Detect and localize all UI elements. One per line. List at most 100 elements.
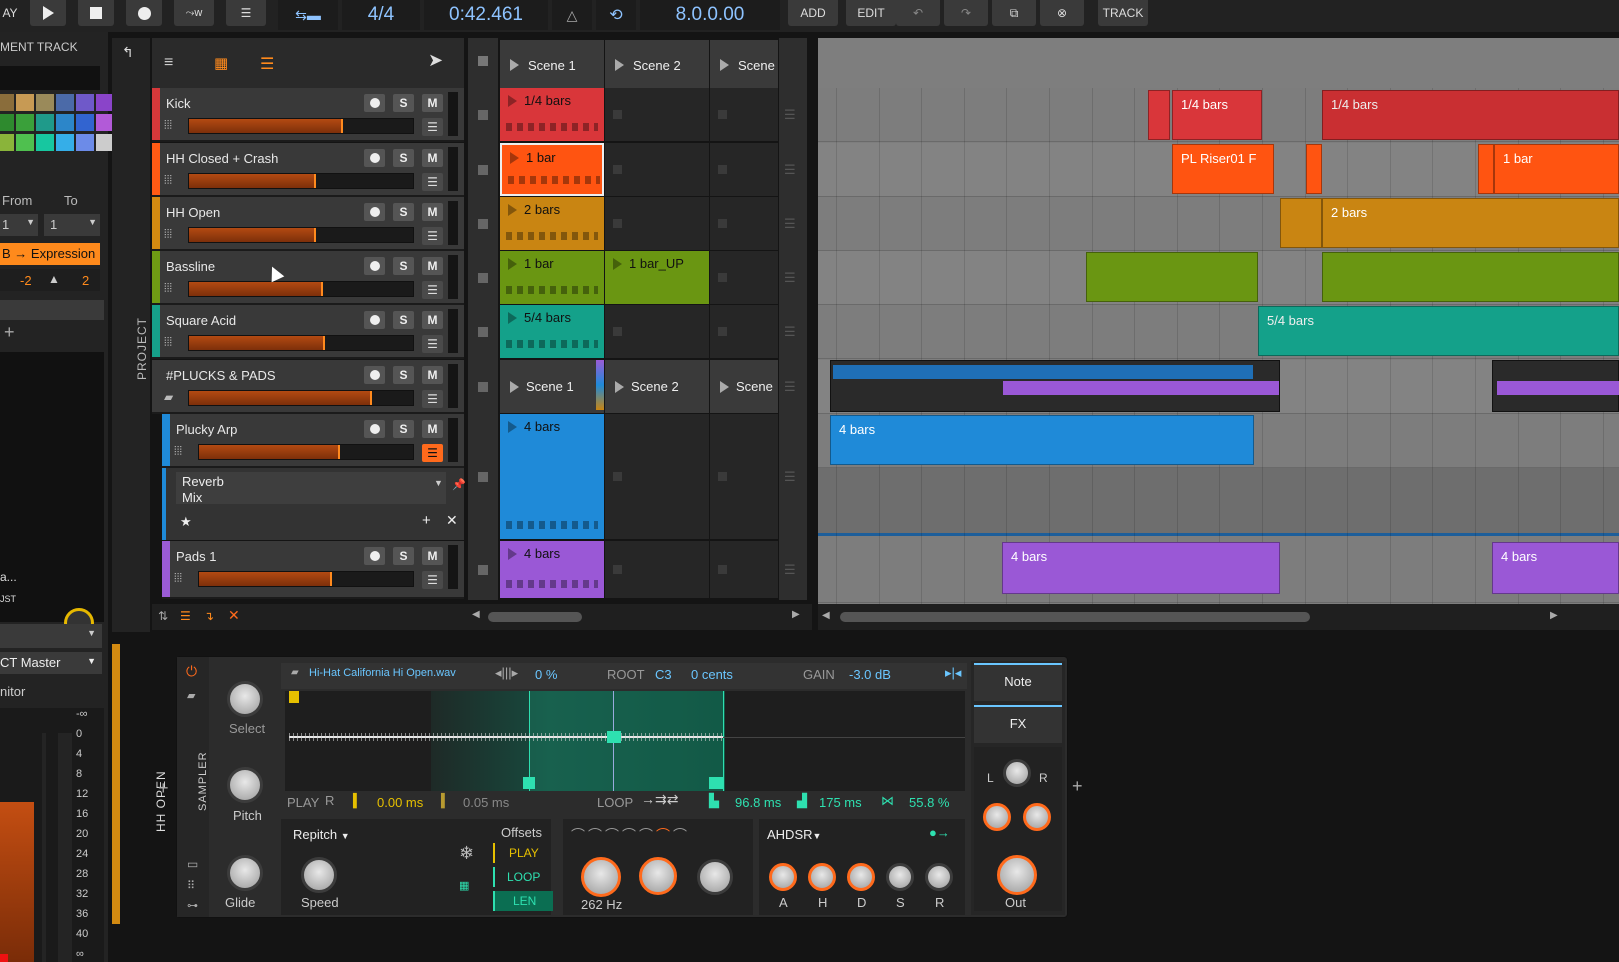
solo-button[interactable]: S bbox=[393, 94, 414, 112]
track-menu-icon[interactable]: ☰ bbox=[422, 335, 443, 353]
clip-slot[interactable]: 2 bars bbox=[500, 197, 604, 250]
pin-icon[interactable]: 📌 bbox=[452, 478, 466, 491]
list-view-icon[interactable]: ☰ bbox=[260, 54, 274, 74]
gain-value[interactable]: -3.0 dB bbox=[849, 667, 891, 682]
track-header[interactable]: Plucky Arp S M ⦙⦙⦙ ☰ bbox=[162, 414, 464, 468]
track-name[interactable]: Square Acid bbox=[166, 313, 236, 328]
pointer-tool-icon[interactable]: ➤ bbox=[428, 50, 443, 71]
track-name[interactable]: Kick bbox=[166, 96, 191, 111]
solo-button[interactable]: S bbox=[393, 311, 414, 329]
mute-button[interactable]: M bbox=[422, 257, 443, 275]
arm-button[interactable] bbox=[364, 257, 385, 275]
record-button[interactable] bbox=[126, 0, 162, 26]
arranger-clip[interactable]: 5/4 bars bbox=[1258, 306, 1619, 356]
arm-button[interactable] bbox=[364, 420, 385, 438]
cents-value[interactable]: 0 cents bbox=[691, 667, 733, 682]
expression-mapping-button[interactable]: B → Expression bbox=[0, 243, 100, 265]
group-scene-slot[interactable]: Scene 2 bbox=[605, 360, 709, 413]
back-icon[interactable]: ↰ bbox=[122, 44, 134, 61]
folder-icon[interactable]: ▰ bbox=[187, 689, 195, 702]
loop-handle[interactable] bbox=[607, 731, 621, 743]
mute-button[interactable]: M bbox=[422, 311, 443, 329]
track-header[interactable]: #PLUCKS & PADS S M ▰ ☰ bbox=[152, 360, 464, 414]
arranger-clip[interactable] bbox=[1322, 252, 1619, 302]
clip-slot[interactable]: 1 bar bbox=[500, 251, 604, 304]
track-menu-icon[interactable]: ☰ bbox=[422, 281, 443, 299]
color-swatch[interactable] bbox=[16, 114, 34, 131]
track-header[interactable]: Square Acid S M ⦙⦙⦙ ☰ bbox=[152, 305, 464, 359]
resonance-knob[interactable] bbox=[639, 857, 677, 895]
arranger-clip[interactable]: 2 bars bbox=[1322, 198, 1619, 248]
power-icon[interactable]: ⏻ bbox=[186, 663, 197, 680]
offset-loop[interactable]: LOOP bbox=[493, 867, 553, 887]
speed-knob[interactable] bbox=[301, 857, 337, 893]
play-button[interactable] bbox=[30, 0, 66, 26]
color-swatch[interactable] bbox=[56, 94, 74, 111]
scene-1-header[interactable]: Scene 1 bbox=[500, 40, 604, 88]
play-start-marker[interactable] bbox=[289, 691, 299, 703]
clip-slot[interactable]: 4 bars bbox=[500, 414, 604, 539]
stop-clip-button[interactable] bbox=[478, 165, 488, 175]
arm-button[interactable] bbox=[364, 149, 385, 167]
color-swatch[interactable] bbox=[76, 94, 94, 111]
reverse-icon[interactable]: R bbox=[325, 793, 334, 808]
track-name[interactable]: Plucky Arp bbox=[176, 422, 237, 437]
solo-button[interactable]: S bbox=[393, 547, 414, 565]
volume-slider[interactable] bbox=[188, 173, 414, 189]
solo-button[interactable]: S bbox=[393, 420, 414, 438]
keytrack-knob[interactable] bbox=[697, 859, 733, 895]
loop-end-marker[interactable] bbox=[709, 777, 723, 789]
scroll-right-icon[interactable]: ▶ bbox=[1550, 610, 1558, 621]
track-device-slot[interactable]: Reverb Mix ▼ 📌 ★ + ✕ bbox=[162, 468, 466, 540]
envelope-type-select[interactable]: AHDSR▼ bbox=[767, 827, 821, 842]
mute-button[interactable]: M bbox=[422, 203, 443, 221]
stop-clip-button[interactable] bbox=[478, 565, 488, 575]
chevron-down-icon[interactable]: ▼ bbox=[434, 478, 443, 488]
glide-knob[interactable] bbox=[227, 855, 263, 891]
empty-clip-slot[interactable] bbox=[605, 197, 709, 250]
menu-track[interactable]: TRACK bbox=[1098, 0, 1148, 26]
loop-start-value[interactable]: 96.8 ms bbox=[735, 795, 781, 810]
env-knob-s[interactable] bbox=[886, 863, 914, 891]
menu-add[interactable]: ADD bbox=[788, 0, 838, 26]
empty-clip-slot[interactable] bbox=[710, 88, 778, 141]
sample-file-name[interactable]: Hi-Hat California Hi Open.wav bbox=[309, 667, 456, 679]
color-swatch[interactable] bbox=[16, 134, 34, 151]
clip-slot[interactable]: 1 bar_UP bbox=[605, 251, 709, 304]
stop-clip-button[interactable] bbox=[478, 382, 488, 392]
track-name[interactable]: HH Open bbox=[166, 205, 220, 220]
color-swatch[interactable] bbox=[36, 134, 54, 151]
empty-clip-slot[interactable] bbox=[710, 197, 778, 250]
clip-scrollbar[interactable] bbox=[488, 612, 582, 622]
track-header[interactable]: Pads 1 S M ⦙⦙⦙ ☰ bbox=[162, 541, 464, 599]
fx-tab[interactable]: FX bbox=[974, 705, 1062, 743]
stop-clip-button[interactable] bbox=[478, 219, 488, 229]
arm-button[interactable] bbox=[364, 203, 385, 221]
track-name-field[interactable] bbox=[0, 66, 100, 90]
clip-slot[interactable]: 1/4 bars bbox=[500, 88, 604, 141]
follow-icon[interactable]: ↴ bbox=[204, 609, 214, 623]
sample-offset[interactable]: 0 % bbox=[535, 667, 557, 682]
empty-clip-slot[interactable] bbox=[710, 305, 778, 358]
track-menu-icon[interactable]: ☰ bbox=[422, 571, 443, 589]
sort-icon[interactable]: ⇅ bbox=[158, 609, 168, 623]
arranger-clip[interactable] bbox=[1280, 198, 1322, 248]
arranger-clip[interactable] bbox=[1478, 144, 1494, 194]
color-swatch[interactable] bbox=[56, 114, 74, 131]
volume-slider[interactable] bbox=[198, 571, 414, 587]
track-header[interactable]: Bassline S M ⦙⦙⦙ ☰ bbox=[152, 251, 464, 305]
stop-clip-button[interactable] bbox=[478, 472, 488, 482]
env-knob-h[interactable] bbox=[808, 863, 836, 891]
track-handle-icon[interactable]: ☰ bbox=[784, 469, 796, 485]
offset-len[interactable]: LEN bbox=[493, 891, 553, 911]
mute-button[interactable]: M bbox=[422, 149, 443, 167]
clip-slot[interactable]: 5/4 bars bbox=[500, 305, 604, 358]
time-signature[interactable]: 4/4 bbox=[342, 0, 420, 30]
loop-mode-icons[interactable]: →⇉⇄ bbox=[641, 791, 678, 808]
arrange-tab[interactable]: AY bbox=[0, 0, 20, 26]
scene-3-header[interactable]: Scene bbox=[710, 40, 778, 88]
arranger-timeline[interactable]: 1/4 bars 1/4 bars PL Riser01 F1 bar 2 bars 5… bbox=[818, 38, 1619, 604]
pan-knob[interactable] bbox=[1003, 759, 1031, 787]
arranger-clip[interactable] bbox=[1148, 90, 1170, 140]
stop-clip-button[interactable] bbox=[478, 327, 488, 337]
